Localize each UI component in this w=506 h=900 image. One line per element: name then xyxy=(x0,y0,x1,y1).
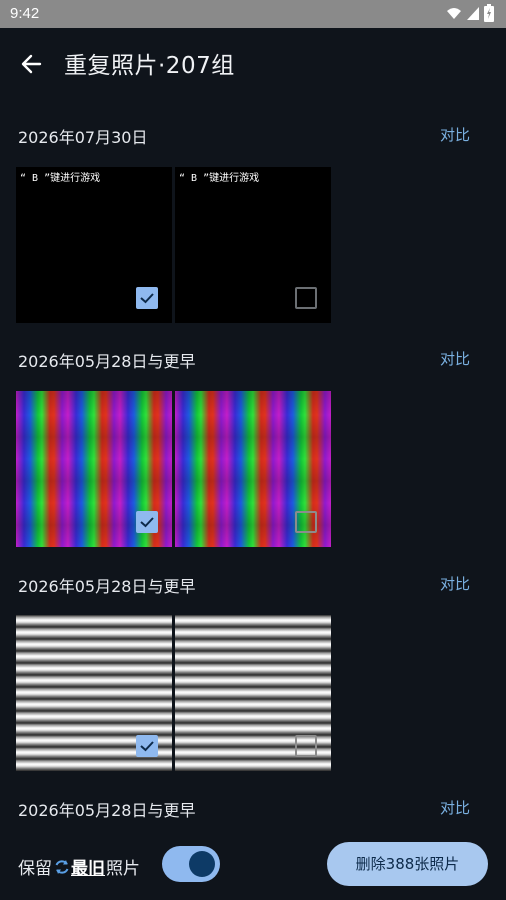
compare-link[interactable]: 对比 xyxy=(440,573,470,594)
toggle-knob xyxy=(189,851,215,877)
group-date: 2026年05月28日与更早 xyxy=(18,801,196,820)
group-header: 2026年05月28日与更早 对比 xyxy=(0,344,506,374)
keep-suffix: 照片 xyxy=(106,859,140,879)
keep-setting: 保留 最旧 照片 xyxy=(18,854,140,879)
check-icon xyxy=(140,517,154,528)
refresh-icon xyxy=(55,859,69,874)
photo-checkbox[interactable] xyxy=(295,511,317,533)
status-icons xyxy=(446,4,494,22)
photo-caption: “ B ”键进行游戏 xyxy=(179,173,260,184)
photo-checkbox[interactable] xyxy=(295,287,317,309)
group-date: 2026年07月30日 xyxy=(18,128,148,147)
check-icon xyxy=(140,293,154,304)
photo-group xyxy=(16,615,332,771)
wifi-icon xyxy=(447,8,461,19)
photo-thumbnail[interactable] xyxy=(175,391,331,547)
group-date: 2026年05月28日与更早 xyxy=(18,352,196,371)
status-bar: 9:42 xyxy=(0,0,506,28)
bottom-action-bar: 保留 最旧 照片 删除388张照片 xyxy=(0,832,506,900)
status-time: 9:42 xyxy=(10,5,40,22)
photo-checkbox-checked[interactable] xyxy=(136,287,158,309)
photo-group xyxy=(16,391,332,547)
photo-thumbnail[interactable] xyxy=(16,391,172,547)
photo-group: “ B ”键进行游戏 “ B ”键进行游戏 xyxy=(16,167,332,323)
photo-checkbox-checked[interactable] xyxy=(136,735,158,757)
keep-prefix: 保留 xyxy=(18,859,52,879)
signal-icon xyxy=(467,7,479,20)
compare-link[interactable]: 对比 xyxy=(440,124,470,145)
photo-caption: “ B ”键进行游戏 xyxy=(20,173,101,184)
battery-icon xyxy=(484,4,494,22)
back-button[interactable] xyxy=(14,46,50,82)
keep-option-value: 最旧 xyxy=(71,859,105,879)
group-date: 2026年05月28日与更早 xyxy=(18,577,196,596)
photo-thumbnail[interactable]: “ B ”键进行游戏 xyxy=(175,167,331,323)
photo-thumbnail[interactable] xyxy=(175,615,331,771)
delete-photos-button[interactable]: 删除388张照片 xyxy=(327,842,488,886)
photo-checkbox-checked[interactable] xyxy=(136,511,158,533)
photo-thumbnail[interactable] xyxy=(16,615,172,771)
group-header: 2026年05月28日与更早 对比 xyxy=(0,569,506,599)
group-header: 2026年05月28日与更早 对比 xyxy=(0,793,506,823)
compare-link[interactable]: 对比 xyxy=(440,348,470,369)
photo-thumbnail[interactable]: “ B ”键进行游戏 xyxy=(16,167,172,323)
check-icon xyxy=(140,741,154,752)
photo-checkbox[interactable] xyxy=(295,735,317,757)
keep-option-selector[interactable]: 最旧 xyxy=(53,854,105,879)
group-header: 2026年07月30日 对比 xyxy=(0,120,506,150)
keep-toggle[interactable] xyxy=(162,846,220,882)
compare-link[interactable]: 对比 xyxy=(440,797,470,818)
page-title: 重复照片·207组 xyxy=(64,53,235,79)
arrow-left-icon xyxy=(21,54,42,74)
app-bar: 重复照片·207组 xyxy=(0,28,506,98)
